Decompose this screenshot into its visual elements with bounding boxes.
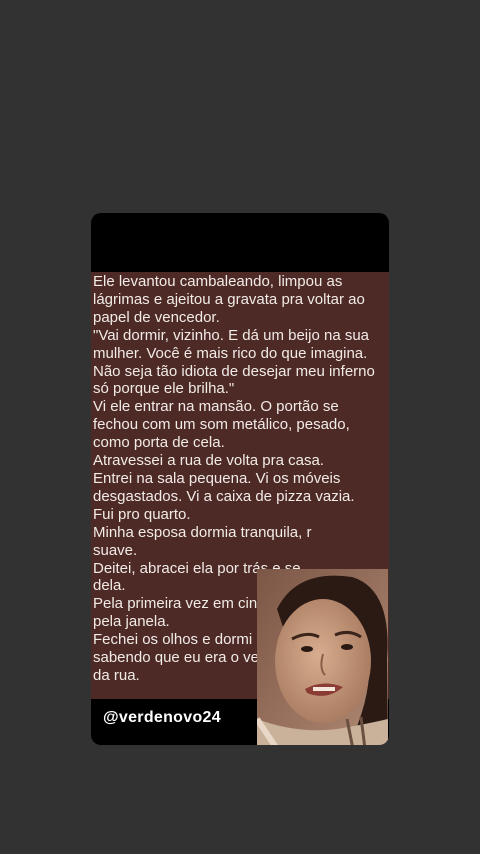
story-line: Minha esposa dormia tranquila, r <box>93 523 312 541</box>
story-line: só porque ele brilha." <box>93 380 235 398</box>
username-handle[interactable]: @verdenovo24 <box>103 709 221 727</box>
story-line: desgastados. Vi a caixa de pizza vazia. <box>93 487 355 505</box>
story-line: Entrei na sala pequena. Vi os móveis <box>93 469 341 487</box>
story-line: como porta de cela. <box>93 434 225 452</box>
story-line: Ele levantou cambaleando, limpou as <box>93 273 343 290</box>
story-line: Fui pro quarto. <box>93 505 191 523</box>
story-line: mulher. Você é mais rico do que imagina. <box>93 344 368 362</box>
story-line: lágrimas e ajeitou a gravata pra voltar … <box>93 290 365 308</box>
story-card: Ele levantou cambaleando, limpou as lágr… <box>91 213 389 745</box>
story-line: "Vai dormir, vizinho. E dá um beijo na s… <box>93 326 370 344</box>
story-line: fechou com um som metálico, pesado, <box>93 416 350 434</box>
story-line: Atravessei a rua de volta pra casa. <box>93 452 324 470</box>
story-panel: Ele levantou cambaleando, limpou as lágr… <box>91 272 389 745</box>
story-line: Vi ele entrar na mansão. O portão se <box>93 398 339 416</box>
face-camera-overlay <box>257 569 388 745</box>
story-line: papel de vencedor. <box>93 308 220 326</box>
person-photo <box>257 569 388 745</box>
story-line: suave. <box>93 541 138 559</box>
story-line: Não seja tão idiota de desejar meu infer… <box>93 362 375 380</box>
